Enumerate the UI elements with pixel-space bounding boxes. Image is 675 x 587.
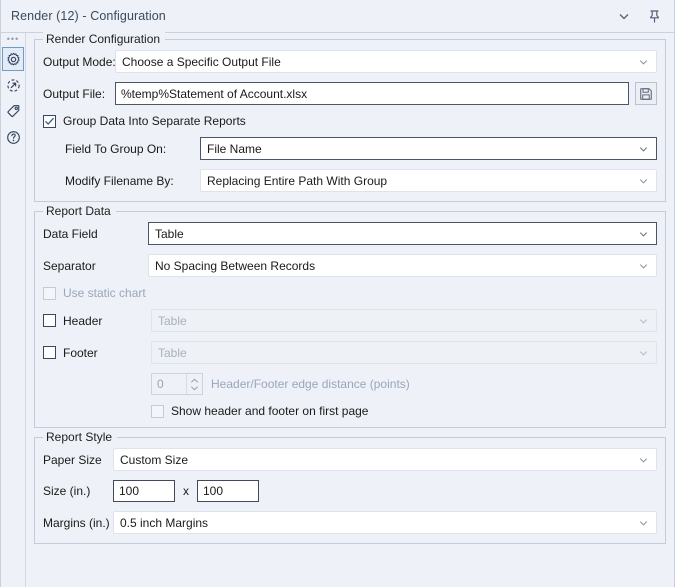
chevron-down-icon (638, 260, 649, 271)
field-to-group-on-value: File Name (207, 141, 262, 156)
footer-checkbox[interactable] (43, 346, 56, 359)
footer-value: Table (158, 345, 187, 360)
header-select: Table (151, 309, 657, 332)
sidebar-grip: ••• (6, 34, 20, 44)
chevron-down-icon (638, 347, 649, 358)
output-mode-row: Output Mode: Choose a Specific Output Fi… (43, 50, 657, 73)
edge-distance-row: 0 Header/Footer edge distance (points) (43, 373, 657, 395)
data-field-label: Data Field (43, 226, 98, 241)
sidebar-item-help[interactable] (2, 125, 24, 149)
footer-row: Footer Table (43, 341, 657, 364)
chevron-down-icon (638, 315, 649, 326)
output-file-input[interactable]: %temp%Statement of Account.xlsx (115, 82, 629, 105)
margins-row: Margins (in.) 0.5 inch Margins (43, 511, 657, 534)
paper-size-select[interactable]: Custom Size (113, 448, 657, 471)
title-bar-actions (616, 8, 674, 24)
chevron-down-icon (638, 175, 649, 186)
use-static-chart-label: Use static chart (63, 286, 146, 300)
use-static-chart-row: Use static chart (43, 286, 657, 300)
chevron-down-icon (638, 56, 649, 67)
configuration-content: Render Configuration Output Mode: Choose… (26, 32, 674, 587)
paper-size-value: Custom Size (120, 452, 189, 467)
output-mode-label: Output Mode: (43, 54, 116, 69)
size-separator: x (183, 484, 189, 498)
header-checkbox[interactable] (43, 314, 56, 327)
use-static-chart-checkbox (43, 286, 56, 300)
chevron-down-icon (638, 143, 649, 154)
report-data-legend: Report Data (43, 204, 116, 218)
sidebar-item-output[interactable] (2, 73, 24, 97)
output-mode-value: Choose a Specific Output File (122, 54, 281, 69)
group-data-label: Group Data Into Separate Reports (63, 114, 246, 128)
sidebar-item-annotation[interactable] (2, 99, 24, 123)
show-on-first-page-row: Show header and footer on first page (43, 404, 657, 418)
separator-value: No Spacing Between Records (155, 258, 316, 273)
size-row: Size (in.) 100 x 100 (43, 480, 657, 502)
render-configuration-group: Render Configuration Output Mode: Choose… (34, 32, 666, 202)
output-mode-select[interactable]: Choose a Specific Output File (115, 50, 657, 73)
modify-filename-by-select[interactable]: Replacing Entire Path With Group (200, 169, 657, 192)
data-field-value: Table (155, 226, 184, 241)
paper-size-row: Paper Size Custom Size (43, 448, 657, 471)
size-label: Size (in.) (43, 484, 91, 498)
output-file-row: Output File: %temp%Statement of Account.… (43, 82, 657, 105)
configuration-window: Render (12) - Configuration ••• Render C… (0, 0, 675, 587)
modify-filename-by-row: Modify Filename By: Replacing Entire Pat… (65, 169, 657, 192)
header-label: Header (63, 313, 103, 328)
stepper-arrows-icon (186, 374, 202, 394)
paper-size-label: Paper Size (43, 452, 102, 467)
edge-distance-stepper: 0 (151, 373, 203, 395)
sidebar-item-configuration[interactable] (2, 47, 24, 71)
separator-label: Separator (43, 258, 96, 273)
report-style-group: Report Style Paper Size Custom Size Size… (34, 430, 666, 544)
header-row: Header Table (43, 309, 657, 332)
chevron-down-icon[interactable] (616, 8, 632, 24)
edge-distance-value: 0 (157, 377, 164, 391)
show-on-first-page-label: Show header and footer on first page (171, 404, 369, 418)
output-file-label: Output File: (43, 86, 106, 101)
report-data-group: Report Data Data Field Table Separator N… (34, 204, 666, 428)
size-height-input[interactable]: 100 (197, 480, 259, 502)
title-bar: Render (12) - Configuration (1, 0, 674, 33)
header-value: Table (158, 313, 187, 328)
save-icon[interactable] (635, 82, 657, 105)
group-data-checkbox[interactable] (43, 114, 56, 128)
chevron-down-icon (638, 228, 649, 239)
modify-filename-by-label: Modify Filename By: (65, 173, 174, 188)
margins-select[interactable]: 0.5 inch Margins (113, 511, 657, 534)
chevron-down-icon (638, 454, 649, 465)
margins-value: 0.5 inch Margins (120, 515, 209, 530)
chevron-down-icon (638, 517, 649, 528)
field-to-group-on-select[interactable]: File Name (200, 137, 657, 160)
pin-icon[interactable] (646, 8, 662, 24)
field-to-group-on-row: Field To Group On: File Name (65, 137, 657, 160)
render-configuration-legend: Render Configuration (43, 32, 166, 46)
icon-sidebar: ••• (1, 33, 26, 587)
group-data-row: Group Data Into Separate Reports (43, 114, 657, 128)
footer-label: Footer (63, 345, 98, 360)
separator-row: Separator No Spacing Between Records (43, 254, 657, 277)
modify-filename-by-value: Replacing Entire Path With Group (207, 173, 388, 188)
data-field-select[interactable]: Table (148, 222, 657, 245)
size-width-input[interactable]: 100 (113, 480, 175, 502)
margins-label: Margins (in.) (43, 515, 110, 530)
report-style-legend: Report Style (43, 430, 118, 444)
show-on-first-page-checkbox (151, 404, 164, 418)
field-to-group-on-label: Field To Group On: (65, 141, 167, 156)
data-field-row: Data Field Table (43, 222, 657, 245)
separator-select[interactable]: No Spacing Between Records (148, 254, 657, 277)
window-title: Render (12) - Configuration (11, 9, 166, 23)
edge-distance-label: Header/Footer edge distance (points) (211, 377, 410, 391)
footer-select: Table (151, 341, 657, 364)
